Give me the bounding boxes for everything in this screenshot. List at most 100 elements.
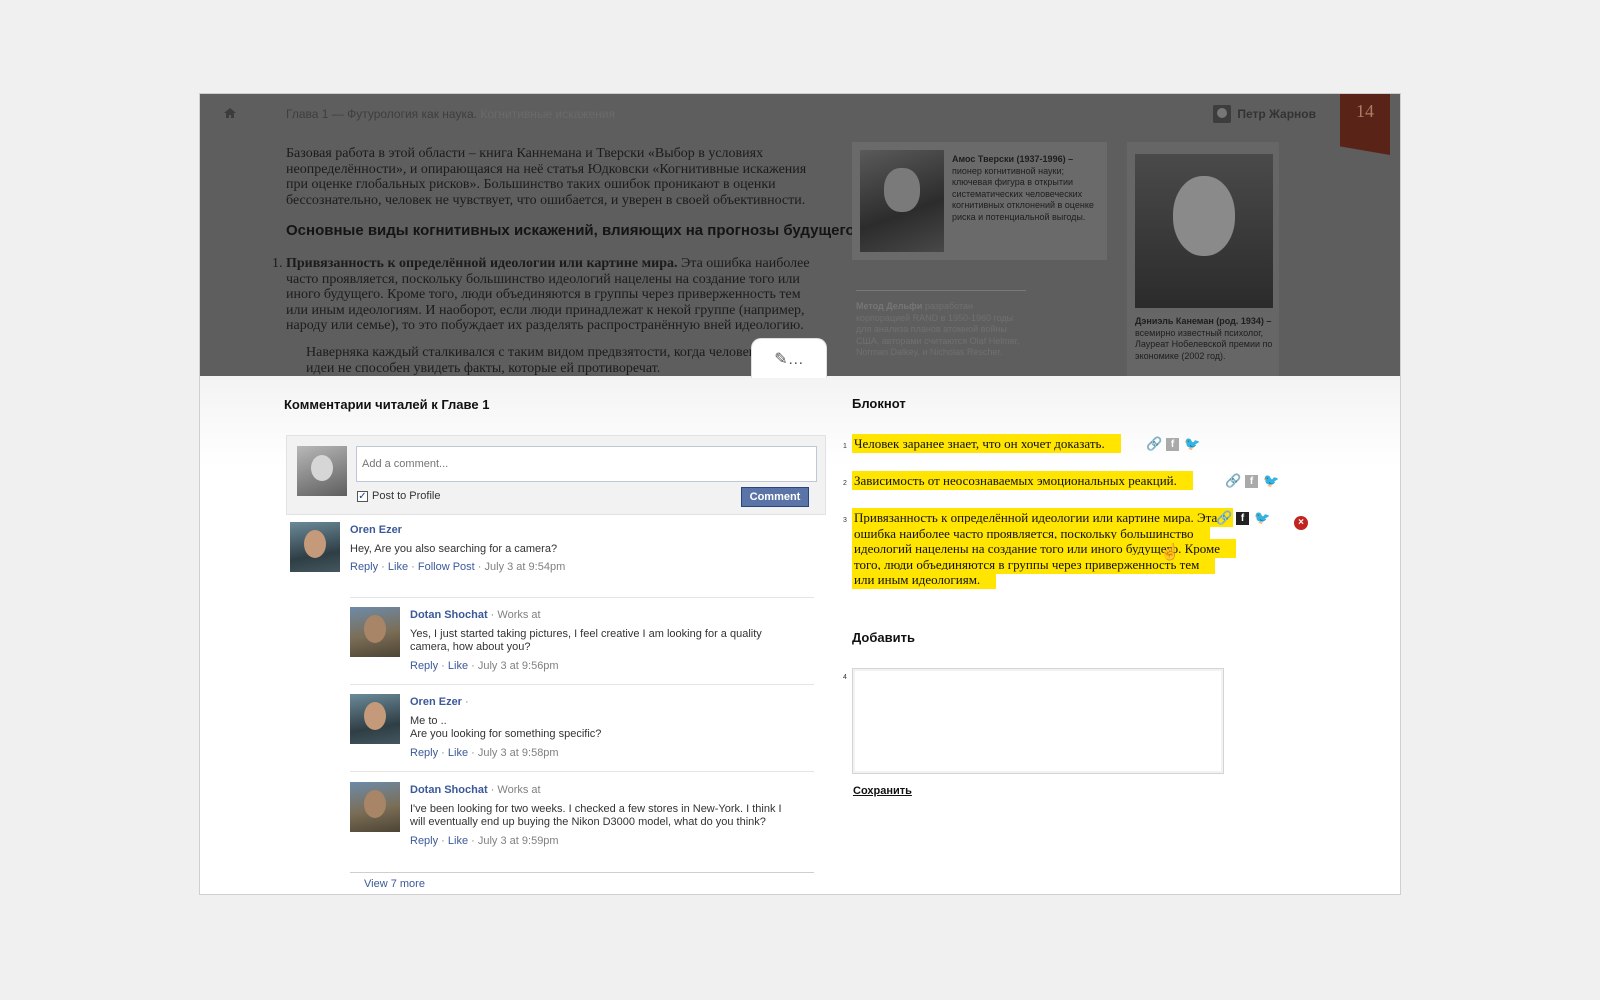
kahneman-caption: всемирно известный психолог, Лауреат Ноб…: [1135, 327, 1273, 361]
breadcrumb-section[interactable]: Когнитивные искажения: [480, 107, 615, 121]
reply-link[interactable]: Reply: [410, 660, 438, 672]
facebook-icon[interactable]: f: [1166, 437, 1179, 451]
tversky-card: Амос Тверски (1937-1996) – пионер когнит…: [852, 142, 1107, 260]
list-item-title: Привязанность к определённой идеологии и…: [286, 256, 678, 271]
facebook-icon[interactable]: f: [1236, 511, 1249, 525]
delete-icon[interactable]: ×: [1294, 516, 1308, 530]
breadcrumb: Глава 1 — Футурология как наука. Когнити…: [286, 107, 615, 121]
note-item[interactable]: 1 Человек заранее знает, что он хочет до…: [843, 434, 1152, 453]
note-share-icons: 🔗 f 🐦: [1225, 473, 1279, 489]
my-avatar: [297, 446, 347, 496]
commenter-name[interactable]: Dotan Shochat: [410, 609, 488, 621]
comment-actions: Reply · Like · July 3 at 9:59pm: [410, 834, 559, 847]
twitter-icon[interactable]: 🐦: [1254, 510, 1270, 526]
divider: [350, 771, 814, 772]
home-icon[interactable]: [224, 108, 236, 118]
note-item[interactable]: 2 Зависимость от неосознаваемых эмоциона…: [843, 471, 1232, 490]
edit-tab[interactable]: ✎…: [751, 338, 827, 378]
book-page: Глава 1 — Футурология как наука. Когнити…: [200, 94, 1400, 376]
note-number: 1: [843, 443, 847, 450]
note-number: 3: [843, 517, 847, 524]
commenter-name[interactable]: Dotan Shochat: [410, 784, 488, 796]
hand-cursor-icon: ☝: [1160, 544, 1180, 561]
comment-actions: Reply · Like · July 3 at 9:56pm: [410, 659, 559, 672]
notebook-title: Блокнот: [852, 396, 906, 411]
kahneman-photo: [1135, 154, 1273, 308]
view-more-link[interactable]: View 7 more: [364, 878, 425, 890]
link-icon[interactable]: 🔗: [1216, 510, 1232, 526]
tversky-caption: пионер когнитивной науки; ключевая фигур…: [952, 165, 1094, 222]
user-menu[interactable]: Петр Жарнов: [1213, 105, 1316, 123]
reply-item: Dotan Shochat · Works at I've been looki…: [350, 782, 820, 868]
reply-link[interactable]: Reply: [410, 835, 438, 847]
comment-time[interactable]: July 3 at 9:59pm: [478, 835, 559, 847]
link-icon[interactable]: 🔗: [1146, 436, 1162, 452]
commenter-name[interactable]: Oren Ezer: [350, 524, 402, 536]
note-text[interactable]: Зависимость от неосознаваемых эмоциональ…: [852, 471, 1193, 490]
twitter-icon[interactable]: 🐦: [1184, 436, 1200, 452]
comments-title: Комментарии читалей к Главе 1: [284, 397, 490, 412]
comment-text: Hey, Are you also searching for a camera…: [350, 542, 558, 555]
commenter-avatar[interactable]: [290, 522, 340, 572]
like-link[interactable]: Like: [388, 561, 408, 573]
post-to-profile-checkbox[interactable]: ✓ Post to Profile: [357, 490, 440, 502]
like-link[interactable]: Like: [448, 660, 468, 672]
like-link[interactable]: Like: [448, 835, 468, 847]
comment-actions: Reply · Like · Follow Post · July 3 at 9…: [350, 561, 566, 573]
add-title: Добавить: [852, 630, 915, 645]
page-bookmark: 14: [1340, 94, 1390, 155]
comment-composer: ✓ Post to Profile Comment: [286, 435, 826, 515]
comment-time[interactable]: July 3 at 9:58pm: [478, 747, 559, 759]
follow-post-link[interactable]: Follow Post: [418, 561, 475, 573]
post-to-profile-label: Post to Profile: [372, 490, 441, 502]
comment-item: Oren Ezer Hey, Are you also searching fo…: [290, 522, 820, 584]
note-share-icons: 🔗 f 🐦: [1146, 436, 1200, 452]
reply-link[interactable]: Reply: [410, 747, 438, 759]
kahneman-card: Дэниэль Канеман (род. 1934) – всемирно и…: [1127, 142, 1279, 376]
new-note-number: 4: [843, 674, 847, 681]
note-text[interactable]: Человек заранее знает, что он хочет дока…: [852, 434, 1121, 453]
tversky-photo: [860, 150, 944, 252]
reply-item: Oren Ezer · Me to .. Are you looking for…: [350, 694, 820, 766]
commenter-name[interactable]: Oren Ezer: [410, 696, 462, 708]
divider: [350, 684, 814, 685]
reader-window: Глава 1 — Футурология как наука. Когнити…: [199, 93, 1401, 895]
new-note-textarea[interactable]: [852, 668, 1224, 774]
commenter-meta: · Works at: [487, 784, 541, 796]
comment-actions: Reply · Like · July 3 at 9:58pm: [410, 746, 559, 759]
like-link[interactable]: Like: [448, 747, 468, 759]
divider: [350, 597, 814, 598]
reply-item: Dotan Shochat · Works at Yes, I just sta…: [350, 607, 820, 679]
twitter-icon[interactable]: 🐦: [1263, 473, 1279, 489]
link-icon[interactable]: 🔗: [1225, 473, 1241, 489]
delphi-title: Метод Дельфи: [856, 301, 923, 311]
list-number: 1.: [272, 256, 283, 271]
commenter-avatar[interactable]: [350, 694, 400, 744]
pencil-icon: ✎…: [774, 350, 804, 368]
comment-text: Yes, I just started taking pictures, I f…: [410, 627, 762, 654]
comment-text: Me to .. Are you looking for something s…: [410, 714, 602, 741]
facebook-icon[interactable]: f: [1245, 474, 1258, 488]
comment-time[interactable]: July 3 at 9:54pm: [485, 561, 566, 573]
user-name: Петр Жарнов: [1237, 107, 1316, 121]
book-list-item: 1. Привязанность к определённой идеологи…: [272, 256, 825, 334]
book-paragraph: Базовая работа в этой области – книга Ка…: [286, 146, 807, 208]
reply-link[interactable]: Reply: [350, 561, 378, 573]
checkbox-check-icon[interactable]: ✓: [357, 490, 368, 502]
divider: [350, 872, 814, 873]
comment-input[interactable]: [356, 446, 817, 482]
book-quote: Наверняка каждый сталкивался с таким вид…: [306, 345, 826, 376]
page-number: 14: [1356, 101, 1374, 121]
save-link[interactable]: Сохранить: [853, 785, 912, 797]
commenter-avatar[interactable]: [350, 782, 400, 832]
commenter-avatar[interactable]: [350, 607, 400, 657]
book-heading: Основные виды когнитивных искажений, вли…: [286, 222, 855, 239]
note-number: 2: [843, 480, 847, 487]
commenter-meta: ·: [461, 696, 469, 708]
comment-button[interactable]: Comment: [741, 487, 809, 507]
comment-time[interactable]: July 3 at 9:56pm: [478, 660, 559, 672]
breadcrumb-chapter[interactable]: Глава 1 — Футурология как наука.: [286, 107, 477, 121]
commenter-meta: · Works at: [487, 609, 541, 621]
kahneman-name: Дэниэль Канеман (род. 1934) –: [1135, 316, 1272, 326]
tversky-name: Амос Тверски (1937-1996) –: [952, 154, 1074, 164]
